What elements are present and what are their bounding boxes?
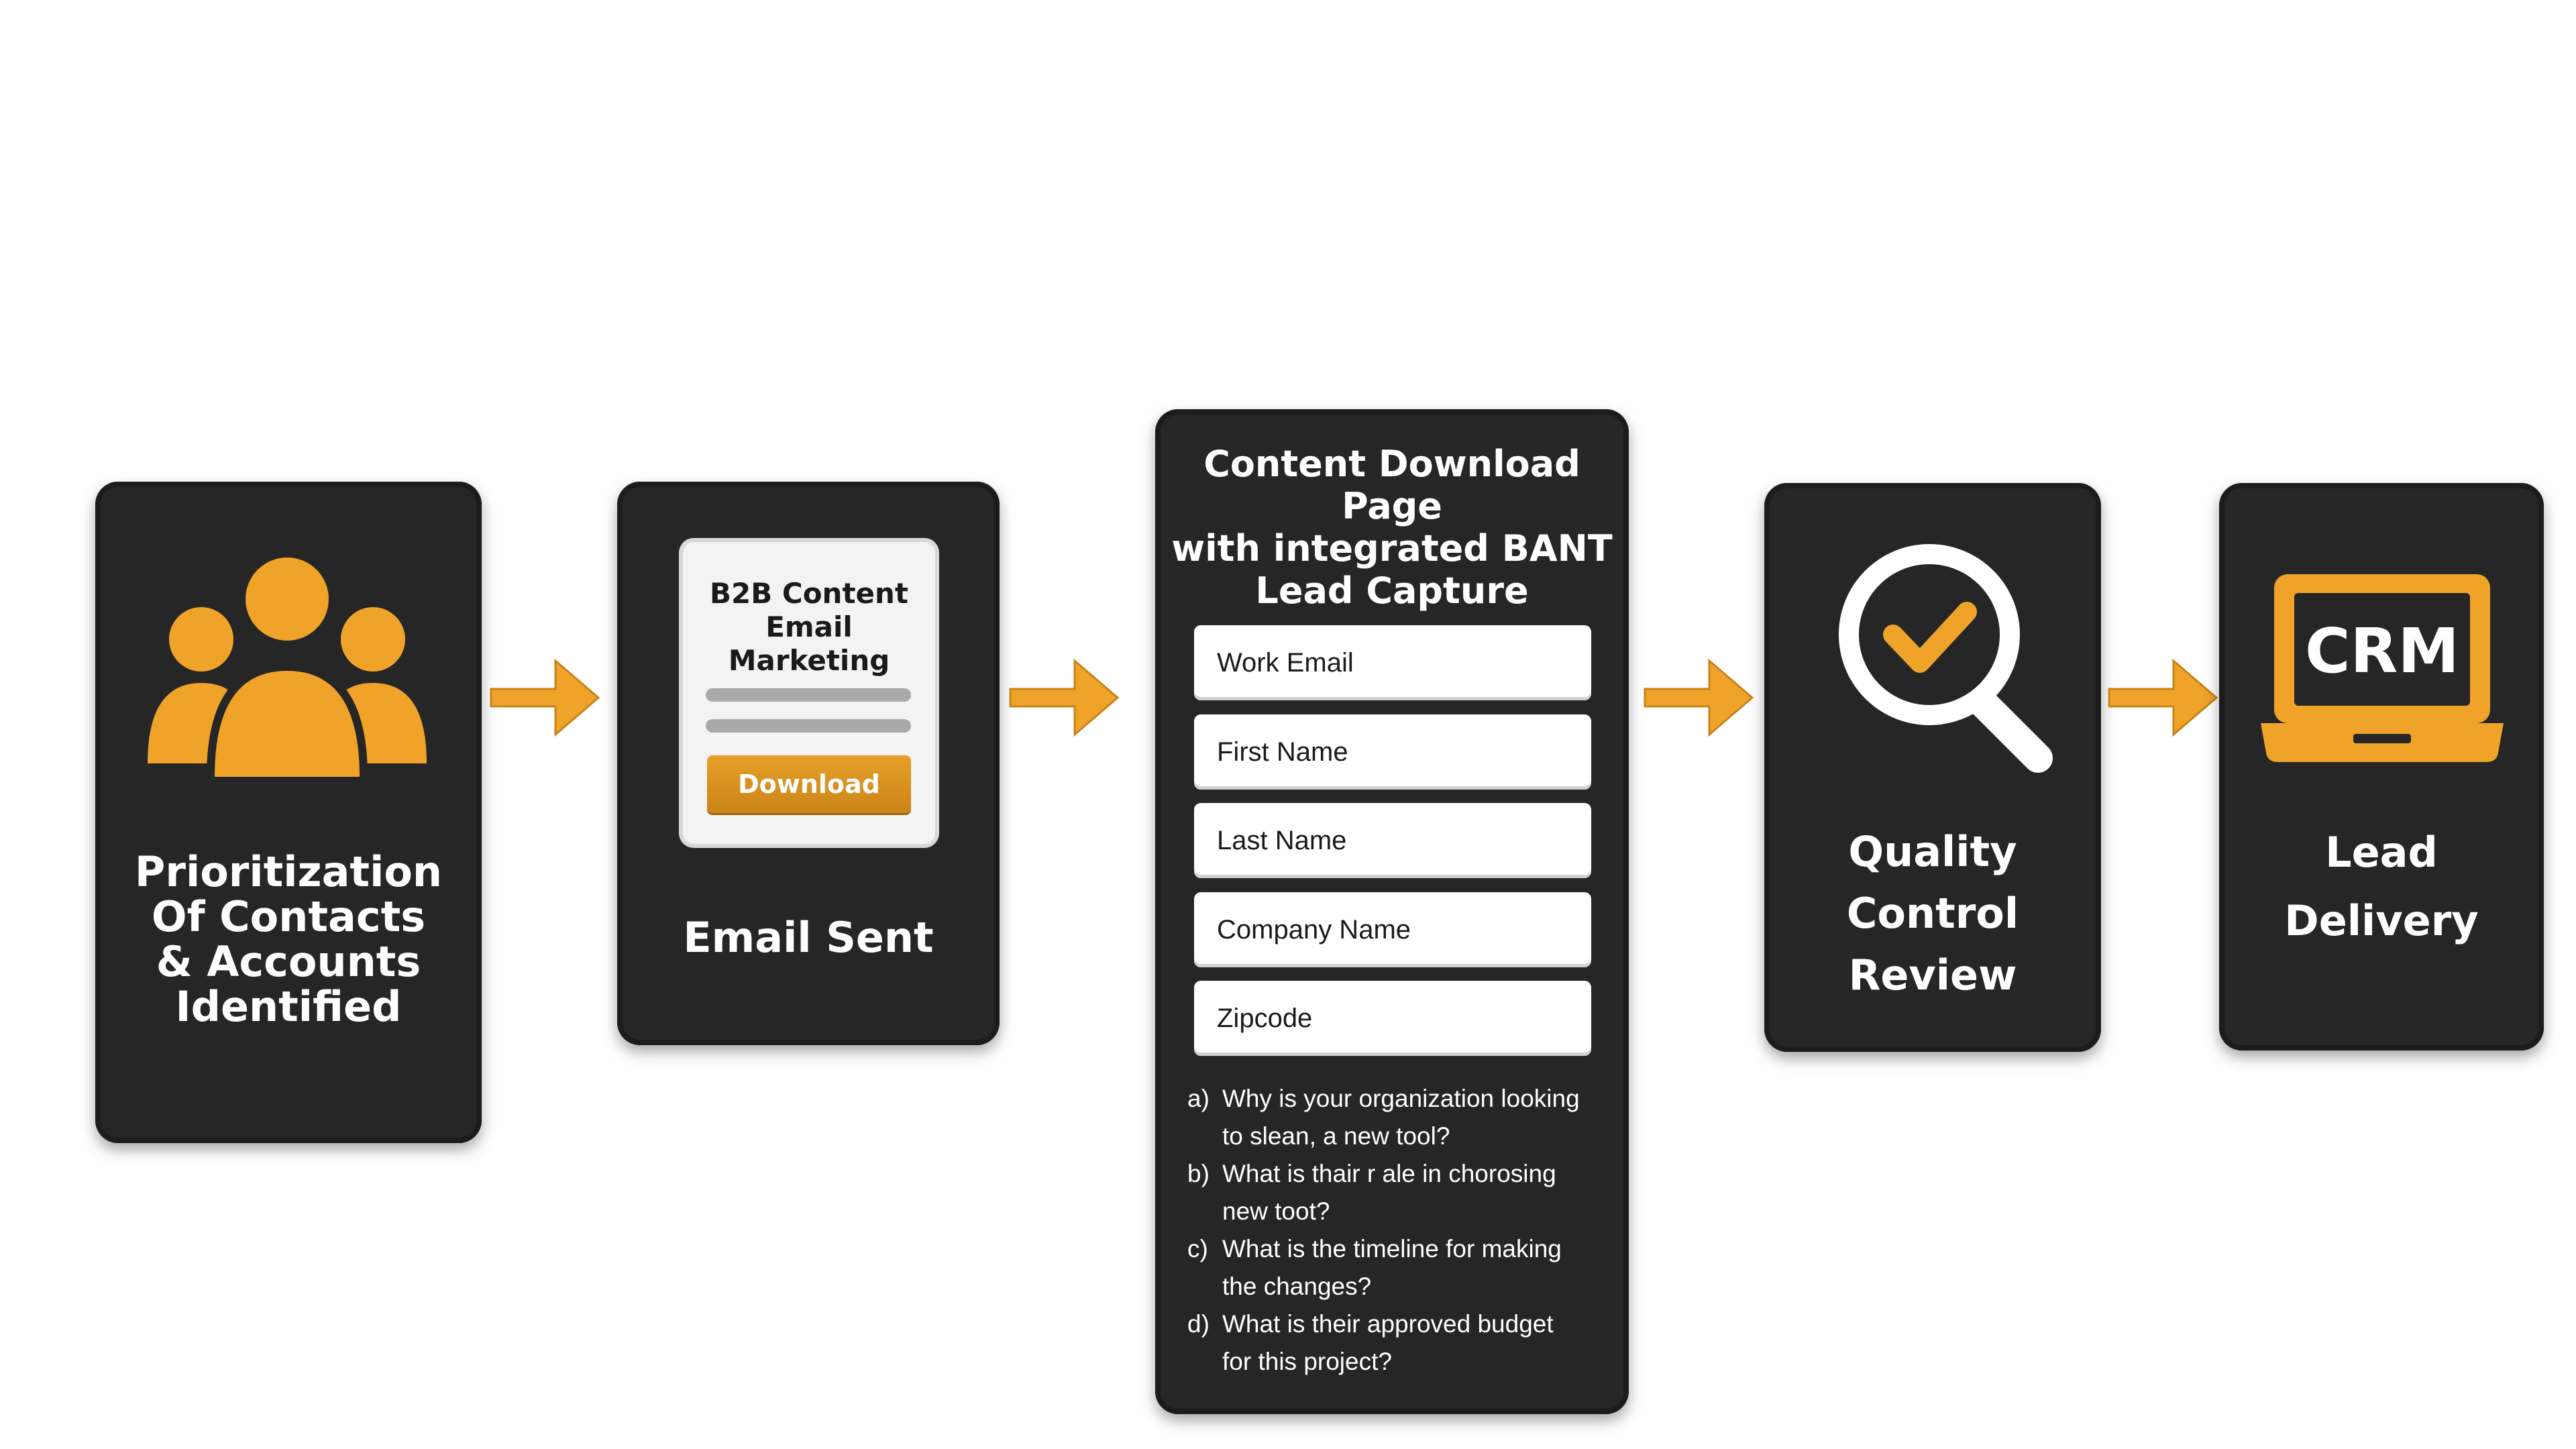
last-name-field[interactable]: Last Name [1194,803,1591,878]
form-title: Content Download Page with integrated BA… [1169,443,1615,612]
bant-question: d) What is their approved budget for thi… [1187,1305,1617,1381]
step-label-line: Lead [2325,828,2438,877]
step-card-content-download-page: Content Download Page with integrated BA… [1155,409,1629,1414]
zipcode-field[interactable]: Zipcode [1194,981,1591,1056]
form-title-line: with integrated BANT [1171,527,1613,570]
text-placeholder-line [706,719,911,733]
question-line: to slean, a new tool? [1222,1122,1450,1150]
email-mockup-title-line: B2B Content [710,577,908,610]
download-button[interactable]: Download [707,755,911,813]
first-name-field[interactable]: First Name [1194,714,1591,790]
step-label-line: Delivery [2284,896,2479,945]
question-line: for this project? [1222,1348,1392,1375]
flow-arrow-icon [490,658,600,737]
flow-arrow-icon [1644,658,1754,737]
magnifier-check-icon [1839,544,2053,773]
step-card-lead-delivery: CRM Lead Delivery [2219,483,2544,1051]
question-line: the changes? [1222,1273,1372,1300]
step-label-prioritization: Prioritization Of Contacts & Accounts Id… [95,849,482,1029]
question-line: What is their approved budget [1222,1310,1554,1338]
text-placeholder-line [706,688,911,702]
step-label-line: & Accounts [156,937,421,986]
step-label-line: Control [1846,889,2019,938]
question-line: What is thair r ale in chorosing [1222,1160,1556,1187]
step-label-line: Prioritization [134,847,443,896]
question-line: What is the timeline for making [1222,1235,1562,1263]
step-card-quality-control-review: Quality Control Review [1764,483,2101,1052]
crm-laptop-icon: CRM [2261,574,2504,762]
question-letter: a) [1187,1085,1210,1112]
step-label-line: Quality [1848,827,2017,876]
step-label-line: Review [1848,951,2017,1000]
form-title-line: Lead Capture [1255,570,1529,612]
step-card-prioritization: Prioritization Of Contacts & Accounts Id… [95,482,482,1143]
bant-question: a) Why is your organization looking to s… [1187,1080,1617,1155]
work-email-field[interactable]: Work Email [1194,625,1591,700]
step-label-line: Of Contacts [151,892,426,941]
question-line: Why is your organization looking [1222,1085,1580,1112]
crm-text: CRM [2305,615,2459,687]
step-label-quality-control-review: Quality Control Review [1764,821,2101,1006]
question-letter: b) [1187,1160,1210,1187]
step-label-lead-delivery: Lead Delivery [2219,818,2544,955]
company-name-field[interactable]: Company Name [1194,892,1591,967]
bant-question: c) What is the timeline for making the c… [1187,1230,1617,1305]
flow-arrow-icon [1009,658,1120,737]
step-label-line: Identified [175,982,402,1031]
step-label-email-sent: Email Sent [683,913,934,962]
people-group-icon [148,552,427,777]
question-letter: d) [1187,1310,1210,1338]
form-title-line: Content Download Page [1203,443,1580,527]
question-line: new toot? [1222,1197,1330,1225]
flow-arrow-icon [2108,658,2218,737]
email-mockup-title-line: Email Marketing [728,610,890,677]
question-letter: c) [1187,1235,1208,1263]
email-mockup: B2B Content Email Marketing Download [683,542,935,844]
email-mockup-title: B2B Content Email Marketing [683,577,935,678]
bant-question: b) What is thair r ale in chorosing new … [1187,1155,1617,1230]
